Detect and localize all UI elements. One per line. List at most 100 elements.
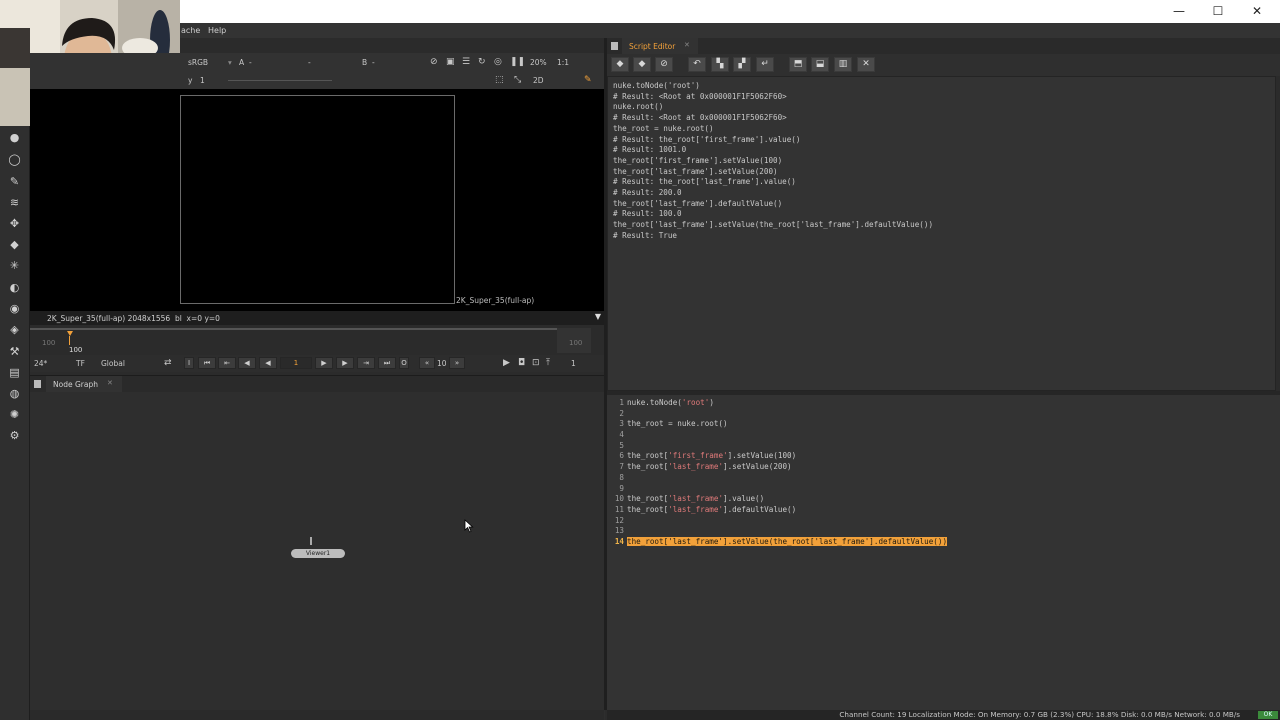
code-line[interactable]: 14 the_root['last_frame'].setValue(the_ro… [611,536,1280,548]
metadata-tag-icon[interactable]: ◈ [7,322,22,337]
run-script-icon[interactable]: ↵ [756,57,774,72]
proxy-icon[interactable]: ◎ [494,57,502,67]
code-text: the_root['last_frame'].defaultValue() [627,504,797,514]
y-value-field[interactable]: 1 [200,76,224,85]
input-b-select[interactable]: - [372,58,412,67]
wipe-icon[interactable]: ⊘ [430,57,438,67]
fps-select[interactable]: 24* [34,359,47,368]
image-tools-icon[interactable]: ● [7,130,22,145]
show-input-only-icon[interactable]: ⬒ [789,57,807,72]
source-script-icon[interactable]: ↶ [688,57,706,72]
draw-tools-icon[interactable]: ◯ [7,152,22,167]
settings-gear-icon[interactable]: ⚙ [7,428,22,443]
viewer-transform-icon[interactable]: ⤡ [514,75,521,85]
out-point-button[interactable]: O [399,357,409,369]
show-output-only-icon[interactable]: ⬓ [811,57,829,72]
plugins-icon[interactable]: ✺ [7,407,22,422]
first-frame-icon[interactable]: ⏮ [198,357,216,369]
other-icon[interactable]: ▤ [7,365,22,380]
code-line[interactable]: 2 [611,409,1280,420]
toolsets-icon[interactable]: ⚒ [7,344,22,359]
current-frame-field[interactable]: 1 [280,357,312,369]
playhead-marker[interactable] [67,331,73,336]
compare-select[interactable]: - [308,58,352,67]
script-input[interactable]: 1 nuke.toNode('root') 2 3 the_root = nuke.ro… [607,395,1280,710]
close-icon[interactable]: ✕ [684,41,690,49]
code-line[interactable]: 7 the_root['last_frame'].setValue(200) [611,462,1280,473]
lock-icon[interactable]: ⊡ [532,358,540,368]
view-mode-select[interactable]: 2D [533,76,544,85]
output-line: the_root['last_frame'].setValue(200) [613,166,778,176]
play-backward-icon[interactable]: ◀ [259,357,277,369]
line-number: 8 [619,472,624,482]
viewer-node[interactable]: Viewer1 [291,549,345,558]
code-line[interactable]: 6 the_root['first_frame'].setValue(100) [611,451,1280,462]
step-forward-icon[interactable]: ▶ [336,357,354,369]
skip-back-icon[interactable]: « [419,357,435,369]
in-point-button[interactable]: I [184,357,194,369]
layers-icon[interactable]: ≋ [7,195,22,210]
step-back-icon[interactable]: ◀ [238,357,256,369]
panel-menu-icon[interactable] [611,42,618,50]
timeline[interactable]: 100 100 100 [30,325,605,355]
deep-icon[interactable]: ◐ [7,280,22,295]
code-line[interactable]: 5 [611,441,1280,452]
play-forward-icon[interactable]: ▶ [315,357,333,369]
step-size-field[interactable]: 10 [437,359,447,368]
code-line[interactable]: 12 [611,516,1280,527]
scope-select[interactable]: Global [101,359,125,368]
paint-icon[interactable]: ✎ [584,75,592,85]
export-icon[interactable]: ⤒ [546,358,550,368]
previous-script-icon[interactable]: ◆ [611,57,629,72]
menu-help[interactable]: Help [208,23,226,38]
overlay-icon[interactable]: ▣ [446,57,455,67]
minimize-button[interactable]: — [1159,0,1199,23]
views-icon[interactable]: ◉ [7,301,22,316]
ratio-select[interactable]: 1:1 [557,58,569,67]
paint-brush-icon[interactable]: ✎ [7,174,22,189]
clear-output-icon[interactable]: ✕ [857,57,875,72]
next-keyframe-icon[interactable]: ⇥ [357,357,375,369]
pause-icon[interactable]: ❚❚ [510,57,525,67]
roi-icon[interactable]: ⬚ [495,75,504,85]
code-line[interactable]: 3 the_root = nuke.root() [611,419,1280,430]
channels-icon[interactable]: ☰ [462,57,470,67]
code-line[interactable]: 13 [611,526,1280,537]
code-line[interactable]: 1 nuke.toNode('root') [611,398,1280,409]
frame-increment-field[interactable]: 1 [571,359,576,368]
gain-slider[interactable] [228,80,332,81]
refresh-icon[interactable]: ↻ [478,57,486,67]
furnace-icon[interactable]: ◍ [7,386,22,401]
particles-icon[interactable]: ✳ [7,258,22,273]
input-a-select[interactable]: - [249,58,299,67]
code-line[interactable]: 8 [611,473,1280,484]
code-line[interactable]: 10 the_root['last_frame'].value() [611,494,1280,505]
show-both-icon[interactable]: ▥ [834,57,852,72]
skip-forward-icon[interactable]: » [449,357,465,369]
chevron-down-icon[interactable]: ▼ [595,312,601,321]
close-button[interactable]: ✕ [1237,0,1277,23]
script-output[interactable]: nuke.toNode('root') # Result: <Root at 0… [607,76,1276,391]
next-script-icon[interactable]: ◆ [633,57,651,72]
panel-menu-icon[interactable] [34,380,41,388]
line-number: 2 [619,408,624,418]
last-frame-icon[interactable]: ⏭ [378,357,396,369]
zoom-select[interactable]: 20% [530,58,547,67]
menu-cache[interactable]: ache [181,23,200,38]
save-script-icon[interactable]: ▞ [733,57,751,72]
clear-history-icon[interactable]: ⊘ [655,57,673,72]
loop-icon[interactable]: ⇄ [164,358,172,368]
timeline-track[interactable] [30,328,557,330]
capture-icon[interactable]: ◘ [518,358,525,368]
tf-select[interactable]: TF [76,359,85,368]
code-line[interactable]: 11 the_root['last_frame'].defaultValue() [611,505,1280,516]
3d-cube-icon[interactable]: ◆ [7,237,22,252]
code-line[interactable]: 9 [611,484,1280,495]
maximize-button[interactable]: ☐ [1198,0,1238,23]
load-script-icon[interactable]: ▚ [711,57,729,72]
code-line[interactable]: 4 [611,430,1280,441]
transform-icon[interactable]: ✥ [7,216,22,231]
close-icon[interactable]: ✕ [107,379,113,387]
prev-keyframe-icon[interactable]: ⇤ [218,357,236,369]
flipbook-icon[interactable]: ▶ [503,358,510,368]
